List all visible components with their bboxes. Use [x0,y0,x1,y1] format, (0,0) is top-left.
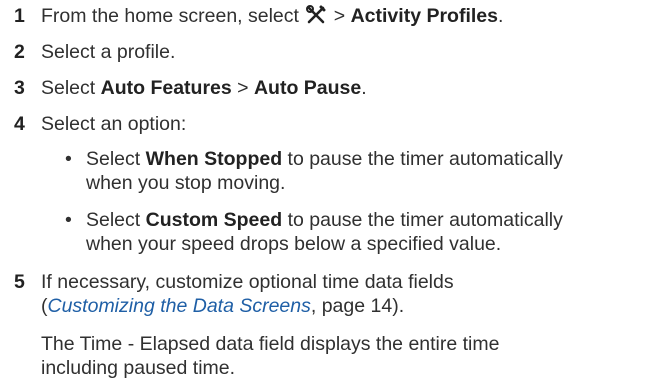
step-1-mid: > [333,5,351,27]
option-post: to pause the timer automatically [282,209,563,231]
link-page-ref: , page 14). [310,295,405,317]
step-text: From the home screen, select > Activity … [41,4,503,29]
step-number: 1 [14,5,25,27]
menu-auto-pause: Auto Pause [253,77,362,99]
step-text: If necessary, customize optional time da… [41,271,454,293]
step-number: 3 [14,77,25,99]
step-text: Select a profile. [41,41,176,63]
note-line-2: including paused time. [41,357,236,379]
step-3-mid: > [231,77,254,99]
step-5-line-2: (Customizing the Data Screens, page 14). [41,294,404,319]
step-1-post: . [497,5,504,27]
note-line-1: The Time - Elapsed data field displays t… [41,333,500,355]
bullet: • [65,148,72,170]
wrench-screwdriver-icon [306,5,326,24]
option-line-1: Select Custom Speed to pause the timer a… [86,208,563,233]
option-line-1: Select When Stopped to pause the timer a… [86,147,563,172]
step-number: 4 [14,113,25,135]
bullet: • [65,209,72,231]
step-1-pre: From the home screen, select [41,5,299,27]
instruction-list: 1 From the home screen, select > Activit… [0,0,660,382]
menu-activity-profiles: Activity Profiles [350,5,498,27]
option-line-2: when your speed drops below a specified … [86,233,502,255]
step-number: 2 [14,41,25,63]
step-number: 5 [14,271,25,293]
step-text: Select Auto Features > Auto Pause. [41,76,367,101]
option-pre: Select [86,148,146,170]
menu-auto-features: Auto Features [100,77,232,99]
option-post: to pause the timer automatically [282,148,563,170]
option-pre: Select [86,209,146,231]
option-label-custom-speed: Custom Speed [145,209,283,231]
option-label-when-stopped: When Stopped [145,148,283,170]
option-line-2: when you stop moving. [86,172,286,194]
step-text: Select an option: [41,113,187,135]
step-3-post: . [361,77,367,99]
step-3-pre: Select [41,77,101,99]
link-customizing-data-screens[interactable]: Customizing the Data Screens [48,295,311,317]
